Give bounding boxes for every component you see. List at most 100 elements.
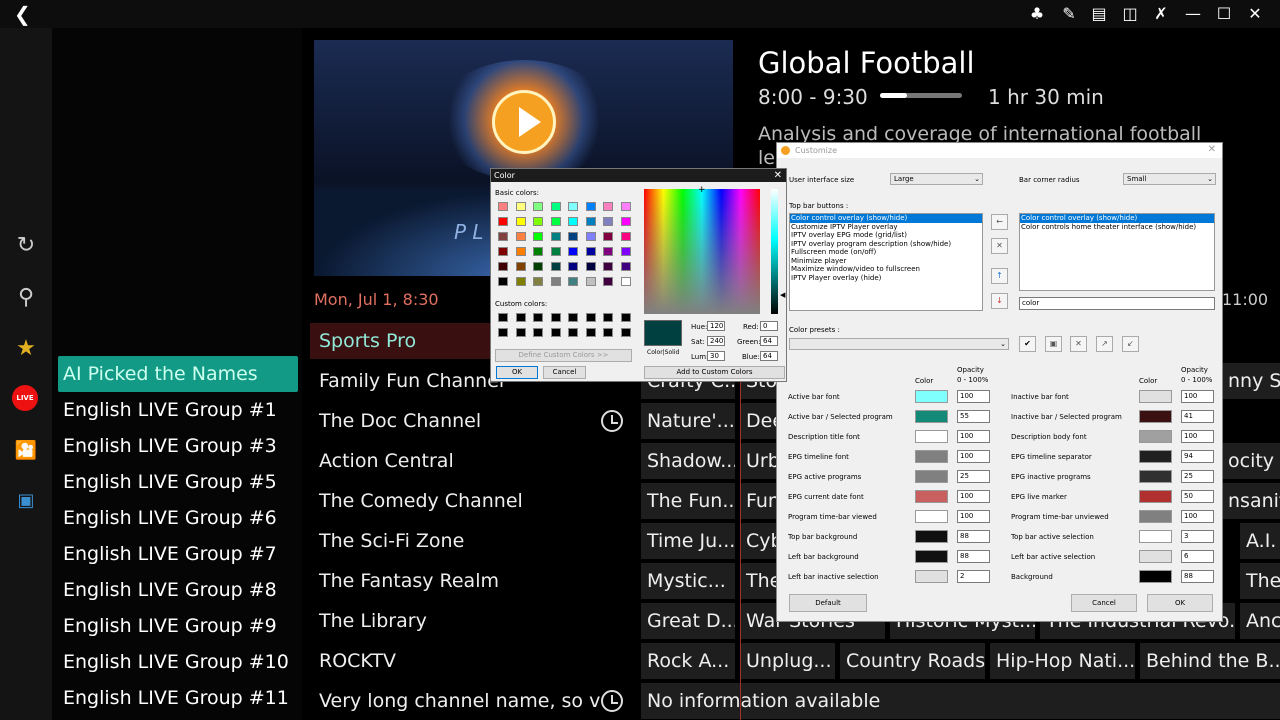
list-item[interactable]: IPTV overlay EPG mode (grid/list) [790,231,982,240]
maximize-icon[interactable]: ☐ [1214,4,1234,24]
basic-color-swatch[interactable] [603,262,613,271]
corner-select[interactable]: Small ⌄ [1123,173,1216,185]
basic-color-swatch[interactable] [533,232,543,241]
list-item[interactable]: Color controls home theater interface (s… [1020,223,1214,232]
cancel-button[interactable]: Cancel [543,366,586,379]
color-swatch[interactable] [915,530,948,543]
arrow-down-icon[interactable]: ↓ [991,293,1008,309]
channel-row[interactable]: Very long channel name, so v... [310,683,600,719]
opacity-input[interactable]: 6 [1181,550,1214,563]
add-custom-colors-button[interactable]: Add to Custom Colors [644,366,785,379]
program-cell[interactable]: nsanity [1222,483,1280,519]
color-swatch[interactable] [915,550,948,563]
program-cell[interactable]: Hip-Hop Nati... [990,643,1135,679]
export-icon[interactable]: ↗ [1096,336,1113,352]
program-cell[interactable]: Country Roads [840,643,985,679]
basic-color-swatch[interactable] [498,277,508,286]
list-item[interactable]: Customize IPTV Player overlay [790,223,982,232]
basic-color-swatch[interactable] [620,247,631,256]
program-cell[interactable]: nny Sid [1222,363,1280,399]
program-cell[interactable]: No information available [641,683,1280,719]
opacity-input[interactable]: 2 [957,570,990,583]
basic-color-swatch[interactable] [603,277,613,286]
color-swatch[interactable] [1139,430,1172,443]
close-icon[interactable]: ✕ [1245,4,1265,24]
group-item[interactable]: English LIVE Group #11 [58,680,298,716]
program-cell[interactable]: Urb [740,443,778,479]
opacity-input[interactable]: 55 [957,410,990,423]
program-cell[interactable]: Dee [740,403,778,439]
program-cell[interactable]: Time Ju... [641,523,735,559]
custom-color-swatch[interactable] [568,328,578,337]
opacity-input[interactable]: 88 [957,530,990,543]
basic-color-swatch[interactable] [620,277,631,286]
opacity-input[interactable]: 41 [1181,410,1214,423]
basic-color-swatch[interactable] [620,262,631,271]
program-cell[interactable]: The [740,563,778,599]
custom-color-swatch[interactable] [620,328,631,337]
custom-color-swatch[interactable] [620,313,631,322]
basic-color-swatch[interactable] [620,232,631,241]
opacity-input[interactable]: 100 [957,510,990,523]
basic-color-swatch[interactable] [568,262,578,271]
blue-input[interactable]: 64 [760,351,778,361]
ok-button[interactable]: OK [1147,594,1213,612]
group-item[interactable]: AI Picked the Names [58,356,298,392]
opacity-input[interactable]: 25 [1181,470,1214,483]
custom-color-swatch[interactable] [498,328,508,337]
basic-color-swatch[interactable] [498,247,508,256]
chosen-buttons-list[interactable]: Color control overlay (show/hide) Color … [1019,213,1215,291]
custom-color-swatch[interactable] [498,313,508,322]
basic-color-swatch[interactable] [533,262,543,271]
play-icon[interactable] [492,90,556,154]
opacity-input[interactable]: 88 [957,550,990,563]
opacity-input[interactable]: 100 [957,450,990,463]
basic-color-swatch[interactable] [568,247,578,256]
lum-input[interactable]: 30 [707,351,725,361]
basic-color-swatch[interactable] [498,217,508,226]
delete-icon[interactable]: ✕ [1070,336,1087,352]
custom-color-swatch[interactable] [585,328,596,337]
slider-arrow-icon[interactable]: ◀ [780,291,785,299]
basic-color-swatch[interactable] [603,247,613,256]
program-cell[interactable]: Shadow... [641,443,735,479]
program-cell[interactable]: Mystic... [641,563,735,599]
group-item[interactable]: English LIVE Group #6 [58,500,298,536]
basic-color-swatch[interactable] [568,202,578,211]
list-item[interactable]: IPTV Player overlay (hide) [790,274,982,283]
color-swatch[interactable] [1139,510,1172,523]
red-input[interactable]: 0 [760,321,778,331]
color-swatch[interactable] [1139,570,1172,583]
basic-color-swatch[interactable] [515,202,526,211]
opacity-input[interactable]: 88 [1181,570,1214,583]
arrow-up-icon[interactable]: ↑ [991,268,1008,284]
live-icon[interactable]: LIVE [12,385,40,413]
group-item[interactable]: English LIVE Group #5 [58,464,298,500]
group-item[interactable]: English LIVE Group #3 [58,428,298,464]
basic-color-swatch[interactable] [533,277,543,286]
channel-row[interactable]: The Fantasy Realm [310,563,635,599]
channel-row[interactable]: The Sci-Fi Zone [310,523,635,559]
opacity-input[interactable]: 100 [1181,390,1214,403]
channel-row[interactable]: The Doc Channel [310,403,635,439]
remove-icon[interactable]: ✕ [991,238,1008,254]
basic-color-swatch[interactable] [515,232,526,241]
program-cell[interactable]: Fun [740,483,778,519]
sat-input[interactable]: 240 [707,336,725,346]
clock-icon[interactable] [601,410,623,432]
opacity-input[interactable]: 100 [1181,510,1214,523]
color-spectrum[interactable] [644,189,760,314]
star-icon[interactable]: ★ [12,335,40,363]
basic-color-swatch[interactable] [515,217,526,226]
grid-slash-icon[interactable]: ▤ [1089,4,1109,24]
color-swatch[interactable] [1139,450,1172,463]
list-item[interactable]: IPTV overlay program description (show/h… [790,240,982,249]
program-cell[interactable]: Great D... [641,603,735,639]
basic-color-swatch[interactable] [585,202,596,211]
basic-color-swatch[interactable] [533,202,543,211]
available-buttons-list[interactable]: Color control overlay (show/hide) Custom… [789,213,983,311]
basic-color-swatch[interactable] [515,247,526,256]
hue-input[interactable]: 120 [707,321,725,331]
channel-row[interactable]: The Library [310,603,635,639]
color-swatch[interactable] [915,570,948,583]
